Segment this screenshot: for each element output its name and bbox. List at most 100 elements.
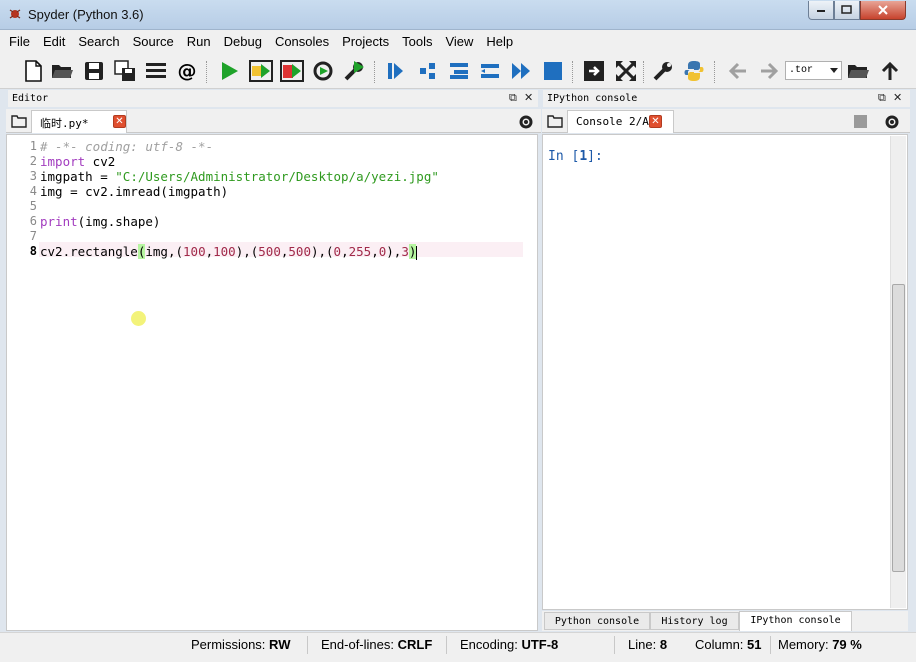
editor-tab[interactable]: 临时.py* ✕: [31, 110, 127, 133]
menu-edit[interactable]: Edit: [43, 34, 65, 49]
browse-tabs-folder-icon[interactable]: [11, 114, 27, 128]
maximize-button[interactable]: [834, 1, 860, 20]
tab-python-console[interactable]: Python console: [544, 612, 650, 630]
menu-consoles[interactable]: Consoles: [275, 34, 329, 49]
editor-pane-title: Editor: [8, 90, 538, 107]
menu-projects[interactable]: Projects: [342, 34, 389, 49]
code-line: print(img.shape): [40, 214, 161, 229]
toolbar-separator: [374, 61, 375, 83]
open-file-button[interactable]: [50, 59, 74, 83]
step-button[interactable]: [416, 59, 440, 83]
mouse-cursor-indicator: [131, 311, 146, 326]
toolbar-separator: [714, 61, 715, 83]
fullscreen-icon: [615, 60, 637, 82]
console-tab-label: Console 2/A: [576, 115, 649, 128]
undock-editor-icon[interactable]: ⧉: [509, 92, 517, 104]
menu-search[interactable]: Search: [78, 34, 119, 49]
run-cell-advance-button[interactable]: [280, 59, 304, 83]
maximize-pane-icon: [584, 61, 604, 81]
new-file-button[interactable]: [21, 59, 45, 83]
working-directory-value: .tor: [789, 65, 814, 76]
run-config-button[interactable]: [342, 59, 366, 83]
console-prompt: In [1]:: [548, 149, 603, 164]
open-folder-icon: [848, 65, 869, 78]
code-editor[interactable]: 1 2 3 4 5 6 7 8 # -*- coding: utf-8 -*- …: [6, 134, 538, 631]
menu-source[interactable]: Source: [133, 34, 174, 49]
close-console-tab-icon[interactable]: ✕: [649, 115, 662, 128]
run-icon: [222, 62, 238, 80]
code-line: import cv2: [40, 154, 116, 169]
gear-icon[interactable]: [884, 114, 900, 130]
at-button[interactable]: @: [175, 59, 199, 83]
pythonpath-button[interactable]: [682, 59, 706, 83]
status-separator: [770, 636, 771, 654]
status-separator: [446, 636, 447, 654]
close-editor-pane-icon[interactable]: ✕: [524, 92, 533, 104]
editor-tab-label: 临时.py*: [40, 117, 89, 130]
close-tab-icon[interactable]: ✕: [113, 115, 126, 128]
close-window-button[interactable]: [860, 1, 906, 20]
stop-icon: [544, 62, 562, 80]
rerun-button[interactable]: [311, 59, 335, 83]
menu-debug[interactable]: Debug: [224, 34, 262, 49]
continue-icon: [512, 63, 530, 79]
arrow-right-icon: [761, 62, 779, 80]
wrench-run-icon: [344, 61, 364, 81]
close-icon: [878, 5, 888, 15]
browse-consoles-folder-icon[interactable]: [547, 114, 563, 128]
preferences-button[interactable]: [651, 59, 675, 83]
save-button[interactable]: [82, 59, 106, 83]
scrollbar-thumb[interactable]: [892, 284, 905, 572]
status-encoding: Encoding: UTF-8: [460, 637, 559, 652]
menu-run[interactable]: Run: [187, 34, 211, 49]
debug-icon: [388, 63, 403, 79]
maximize-pane-button[interactable]: [582, 59, 606, 83]
line-number-gutter: 1 2 3 4 5 6 7 8: [7, 135, 39, 630]
tab-ipython-console[interactable]: IPython console: [739, 611, 852, 631]
new-file-icon: [25, 60, 42, 82]
browse-tabs-button[interactable]: [144, 59, 168, 83]
rerun-icon: [313, 61, 333, 81]
stop-debug-button[interactable]: [541, 59, 565, 83]
code-line: img = cv2.imread(imgpath): [40, 184, 229, 199]
status-permissions: Permissions: RW: [191, 637, 291, 652]
undock-console-icon[interactable]: ⧉: [878, 92, 886, 104]
run-file-button[interactable]: [217, 59, 241, 83]
line-number: 5: [29, 199, 37, 213]
toolbar-separator: [206, 61, 207, 83]
working-directory-combo[interactable]: .tor: [785, 61, 842, 80]
step-return-icon: [481, 64, 499, 78]
menu-bar: File Edit Search Source Run Debug Consol…: [0, 30, 916, 53]
menu-file[interactable]: File: [9, 34, 30, 49]
back-button[interactable]: [726, 59, 750, 83]
gear-icon[interactable]: [518, 114, 534, 130]
list-icon: [146, 63, 166, 78]
parent-directory-button[interactable]: [878, 59, 902, 83]
console-pane-title: IPython console: [543, 90, 910, 107]
line-number: 7: [29, 229, 37, 243]
browse-directory-button[interactable]: [846, 59, 870, 83]
close-console-pane-icon[interactable]: ✕: [893, 92, 902, 104]
main-toolbar: @: [0, 53, 916, 89]
line-number: 2: [29, 154, 37, 168]
step-into-button[interactable]: [447, 59, 471, 83]
menu-tools[interactable]: Tools: [402, 34, 432, 49]
menu-help[interactable]: Help: [486, 34, 513, 49]
save-all-button[interactable]: [113, 59, 137, 83]
run-cell-button[interactable]: [249, 59, 273, 83]
menu-view[interactable]: View: [445, 34, 473, 49]
step-return-button[interactable]: [478, 59, 502, 83]
console-tab[interactable]: Console 2/A ✕: [567, 110, 674, 133]
minimize-button[interactable]: [808, 1, 834, 20]
fullscreen-button[interactable]: [614, 59, 638, 83]
forward-button[interactable]: [757, 59, 781, 83]
stop-kernel-icon[interactable]: [854, 115, 867, 128]
python-icon: [684, 61, 704, 81]
wrench-icon: [653, 62, 672, 81]
tab-history-log[interactable]: History log: [650, 612, 739, 630]
step-into-icon: [450, 63, 468, 79]
ipython-console[interactable]: In [1]:: [542, 134, 908, 610]
console-scrollbar[interactable]: [890, 136, 906, 608]
debug-button[interactable]: [383, 59, 407, 83]
continue-button[interactable]: [509, 59, 533, 83]
